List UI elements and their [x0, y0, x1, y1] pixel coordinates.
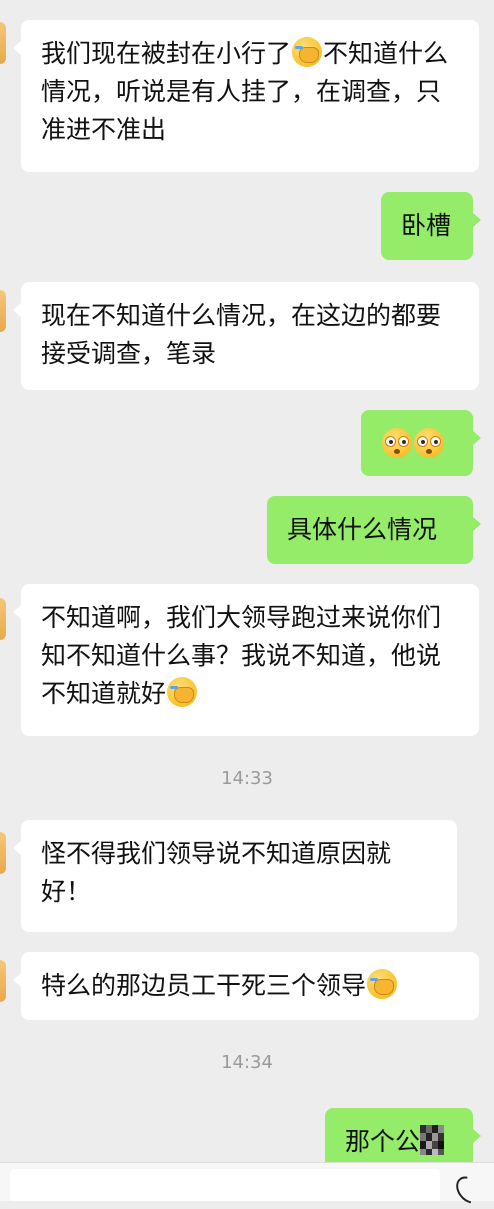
flushed-face-emoji-icon: [414, 428, 444, 458]
message-bubble-incoming[interactable]: 怪不得我们领导说不知道原因就好！: [13, 820, 457, 932]
message-bubble-incoming[interactable]: 不知道啊，我们大领导跑过来说你们知不知道什么事？我说不知道，他说不知道就好: [13, 584, 479, 736]
message-text: 我们现在被封在小行了: [41, 39, 292, 68]
message-text: 卧槽: [401, 211, 452, 240]
message-bubble-incoming[interactable]: 特么的那边员工干死三个领导: [13, 952, 479, 1020]
message-text: 具体什么情况: [287, 515, 438, 544]
message-text: 特么的那边员工干死三个领导: [41, 971, 367, 1000]
voice-input-icon[interactable]: [450, 1171, 488, 1209]
facepalm-emoji-icon: [367, 969, 398, 999]
message-text: 不知道啊，我们大领导跑过来说你们知不知道什么事？我说不知道，他说不知道就好: [41, 603, 442, 708]
avatar-partner[interactable]: [0, 598, 6, 640]
avatar-partner[interactable]: [0, 290, 6, 332]
message-bubble-incoming[interactable]: 现在不知道什么情况，在这边的都要接受调查，笔录: [13, 282, 479, 390]
chat-input-bar: [0, 1162, 494, 1209]
timestamp: 14:34: [221, 1052, 273, 1073]
message-text: 那个公: [345, 1127, 421, 1156]
timestamp: 14:33: [221, 768, 273, 789]
avatar-partner[interactable]: [0, 960, 6, 1002]
facepalm-emoji-icon: [167, 677, 198, 707]
pixelated-censor-icon: [420, 1125, 445, 1155]
message-bubble-outgoing[interactable]: 卧槽: [381, 192, 481, 260]
avatar-partner[interactable]: [0, 22, 6, 64]
message-bubble-outgoing[interactable]: [361, 410, 481, 476]
message-bubble-incoming[interactable]: 我们现在被封在小行了 不知道什么情况，听说是有人挂了，在调查，只准进不准出: [13, 20, 479, 172]
message-input[interactable]: [10, 1169, 440, 1201]
avatar-partner[interactable]: [0, 832, 6, 874]
message-text: 现在不知道什么情况，在这边的都要接受调查，笔录: [41, 301, 442, 368]
flushed-face-emoji-icon: [382, 428, 412, 458]
message-bubble-outgoing[interactable]: 具体什么情况: [267, 496, 481, 564]
message-text: 怪不得我们领导说不知道原因就好！: [41, 839, 392, 906]
facepalm-emoji-icon: [292, 37, 323, 67]
